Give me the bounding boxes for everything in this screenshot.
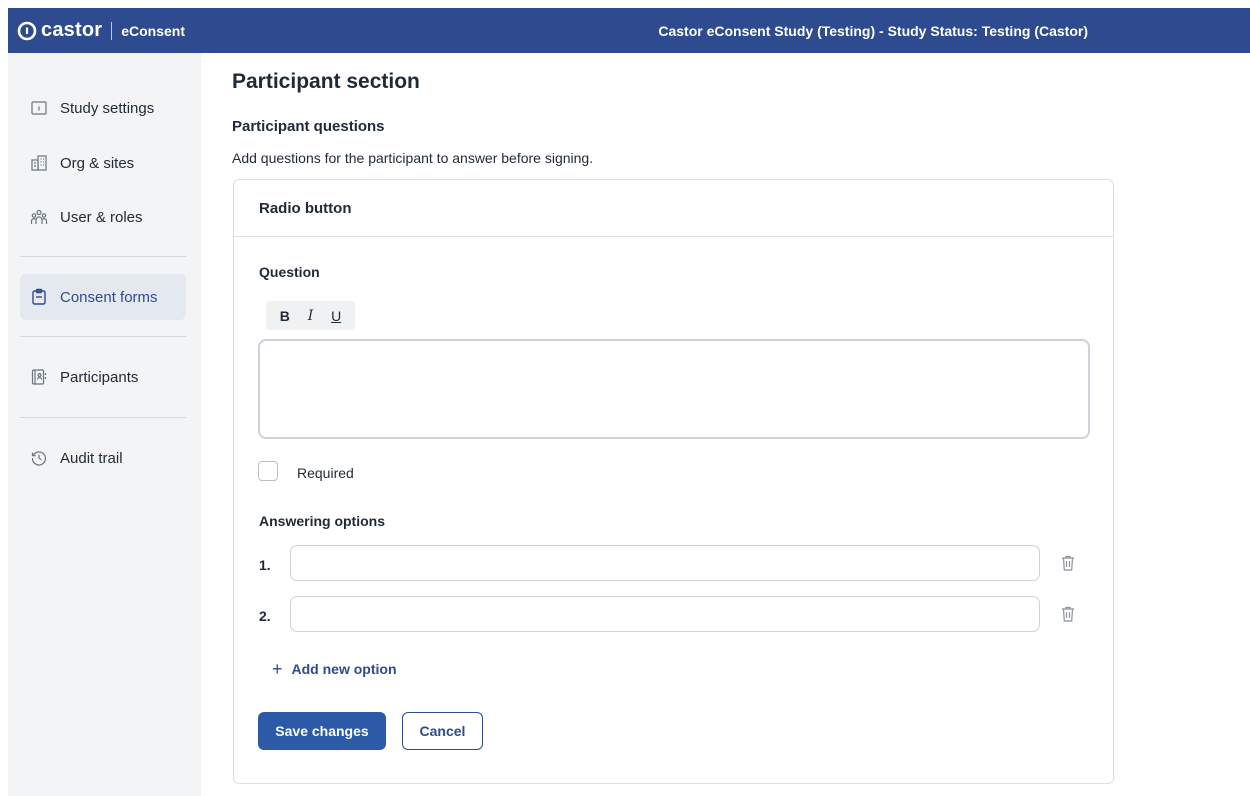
bold-button[interactable]: B <box>274 308 296 324</box>
clipboard-icon <box>30 288 48 306</box>
option-input-2[interactable] <box>290 596 1040 632</box>
page-title: Participant section <box>232 70 420 93</box>
building-icon <box>30 154 48 172</box>
sidebar-divider <box>20 417 186 418</box>
sidebar-item-participants[interactable]: Participants <box>20 354 186 400</box>
brand-name: castor <box>41 19 103 41</box>
add-option-label: Add new option <box>291 661 397 677</box>
save-changes-button[interactable]: Save changes <box>258 712 386 750</box>
sidebar-item-label: Participants <box>60 368 139 386</box>
sidebar-item-org-sites[interactable]: Org & sites <box>20 140 186 186</box>
question-card: Radio button Question B I U Required Ans… <box>233 179 1114 784</box>
plus-icon: + <box>272 659 283 679</box>
option-input-1[interactable] <box>290 545 1040 581</box>
contact-book-icon <box>30 368 48 386</box>
history-icon <box>30 449 48 467</box>
underline-button[interactable]: U <box>325 308 347 324</box>
brand-divider <box>111 21 113 40</box>
question-label: Question <box>259 264 320 280</box>
sidebar-item-label: Org & sites <box>60 154 135 172</box>
sidebar: Study settings Org & sites User & roles … <box>8 53 201 796</box>
section-title: Participant questions <box>232 118 385 135</box>
add-option-button[interactable]: + Add new option <box>272 660 397 678</box>
brand-product: eConsent <box>121 22 186 39</box>
sidebar-item-consent-forms[interactable]: Consent forms <box>20 274 186 320</box>
users-icon <box>30 208 48 226</box>
sidebar-item-study-settings[interactable]: Study settings <box>20 85 186 131</box>
castor-logo-icon <box>17 21 37 41</box>
sidebar-item-audit-trail[interactable]: Audit trail <box>20 435 186 481</box>
sidebar-item-label: Audit trail <box>60 449 123 467</box>
sidebar-item-label: Consent forms <box>60 288 158 306</box>
card-header: Radio button <box>234 180 1113 237</box>
section-description: Add questions for the participant to ans… <box>232 150 594 166</box>
question-editor[interactable] <box>258 339 1090 439</box>
top-bar: castor eConsent Castor eConsent Study (T… <box>8 8 1250 53</box>
option-number: 1. <box>259 557 271 573</box>
answering-options-label: Answering options <box>259 513 385 529</box>
sidebar-item-label: Study settings <box>60 99 155 117</box>
trash-icon[interactable] <box>1060 554 1076 572</box>
option-number: 2. <box>259 608 271 624</box>
cancel-button[interactable]: Cancel <box>402 712 483 750</box>
trash-icon[interactable] <box>1060 605 1076 623</box>
sidebar-divider <box>20 256 186 257</box>
formatting-toolbar: B I U <box>266 301 355 330</box>
required-label: Required <box>297 465 354 481</box>
sidebar-item-user-roles[interactable]: User & roles <box>20 194 186 240</box>
study-status: Castor eConsent Study (Testing) - Study … <box>658 22 1088 39</box>
italic-button[interactable]: I <box>299 308 321 324</box>
required-checkbox[interactable] <box>258 461 278 481</box>
sidebar-item-label: User & roles <box>60 208 143 226</box>
brand-logo[interactable]: castor eConsent <box>17 19 185 42</box>
info-folder-icon <box>30 99 48 117</box>
sidebar-divider <box>20 336 186 337</box>
